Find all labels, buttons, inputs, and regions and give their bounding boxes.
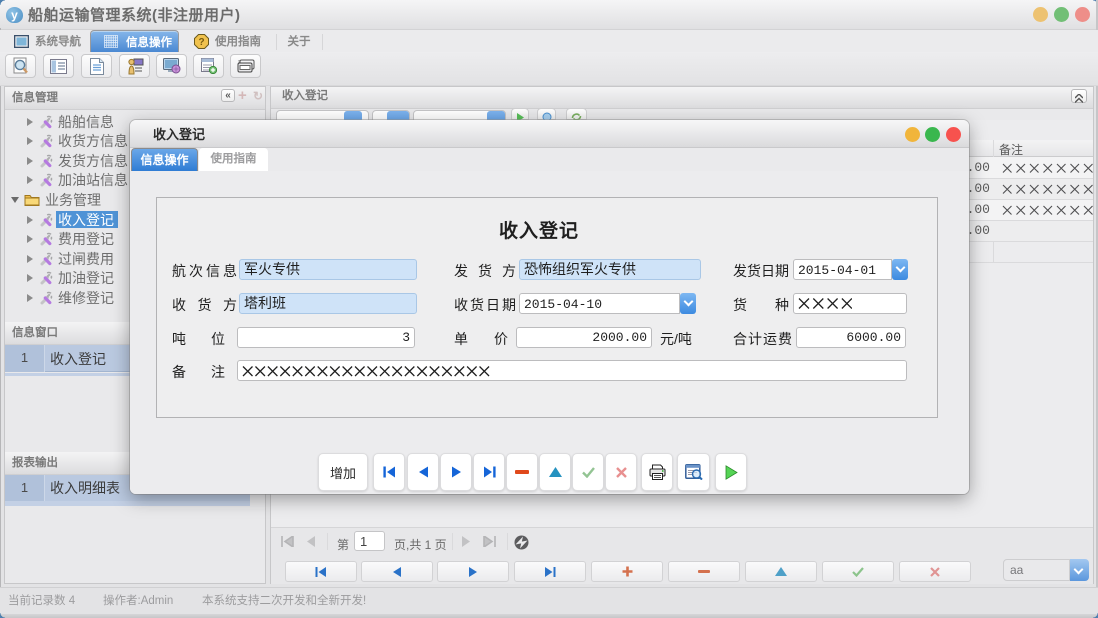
- svg-text:?: ?: [198, 37, 204, 48]
